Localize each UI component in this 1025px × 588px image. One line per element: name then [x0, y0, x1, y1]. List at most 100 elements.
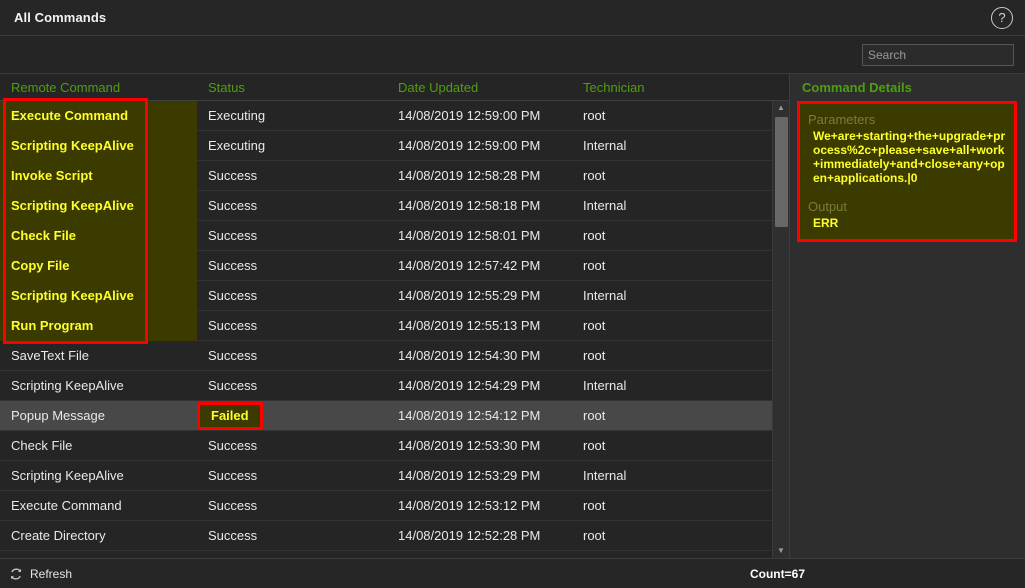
- cell-status: Success: [208, 288, 258, 303]
- table-row[interactable]: Invoke Script Success 14/08/2019 12:58:28 …: [0, 160, 772, 191]
- cell-technician: root: [583, 168, 606, 183]
- cell-date-updated: 14/08/2019 12:57:42 PM: [398, 258, 541, 273]
- scrollbar-track[interactable]: [774, 115, 788, 544]
- scroll-up-arrow-icon[interactable]: ▲: [775, 102, 788, 114]
- cell-technician: Internal: [583, 138, 627, 153]
- cell-technician: root: [583, 498, 606, 513]
- parameters-value: We+are+starting+the+upgrade+process%2c+p…: [813, 129, 1006, 185]
- help-icon[interactable]: ?: [991, 6, 1013, 29]
- cell-remote-command: Execute Command: [0, 101, 197, 131]
- page-title: All Commands: [14, 10, 107, 25]
- cell-date-updated: 14/08/2019 12:53:30 PM: [398, 438, 541, 453]
- search-input[interactable]: [862, 43, 1014, 66]
- scrollbar-thumb[interactable]: [774, 117, 788, 227]
- command-details-body: Parameters We+are+starting+the+upgrade+p…: [797, 101, 1025, 558]
- cell-date-updated: 14/08/2019 12:53:29 PM: [398, 468, 541, 483]
- output-value: ERR: [813, 216, 839, 230]
- cell-date-updated: 14/08/2019 12:55:29 PM: [398, 288, 541, 303]
- commands-table-body: Execute Command Executing 14/08/2019 12:59…: [0, 101, 772, 558]
- cell-technician: root: [583, 258, 606, 273]
- cell-remote-command: Copy File: [0, 250, 197, 281]
- table-row[interactable]: Scripting KeepAlive Executing 14/08/2019 1…: [0, 130, 772, 161]
- command-details-pane: Command Details Parameters We+are+starti…: [789, 74, 1025, 558]
- column-header-status[interactable]: Status: [197, 80, 387, 95]
- cell-status: Failed: [197, 401, 387, 430]
- table-row[interactable]: SaveText File Success 14/08/2019 12:54:30 …: [0, 341, 772, 371]
- cell-remote-command: Scripting KeepAlive: [0, 130, 197, 161]
- cell-remote-command: Popup Message: [11, 408, 105, 423]
- cell-technician: root: [583, 108, 606, 123]
- cell-remote-command: Check File: [11, 438, 73, 453]
- cell-status: Success: [208, 468, 258, 483]
- table-row[interactable]: Execute Command Executing 14/08/2019 12:59…: [0, 101, 772, 131]
- cell-status: Success: [208, 228, 258, 243]
- table-row[interactable]: Scripting KeepAlive Success 14/08/2019 12:…: [0, 280, 772, 311]
- cell-remote-command: Scripting KeepAlive: [11, 378, 124, 393]
- table-row[interactable]: Copy File Success 14/08/2019 12:57:42 PM ro…: [0, 250, 772, 281]
- cell-remote-command: Scripting KeepAlive: [11, 468, 124, 483]
- cell-remote-command: Execute Command: [11, 498, 122, 513]
- cell-date-updated: 14/08/2019 12:55:13 PM: [398, 318, 541, 333]
- scroll-down-arrow-icon[interactable]: ▼: [775, 545, 788, 557]
- cell-remote-command: Check File: [0, 220, 197, 251]
- cell-status: Success: [208, 198, 258, 213]
- refresh-button[interactable]: Refresh: [9, 567, 72, 581]
- all-commands-window: All Commands ? Remote Command Status Dat…: [0, 0, 1025, 588]
- cell-technician: Internal: [583, 198, 627, 213]
- cell-date-updated: 14/08/2019 12:54:30 PM: [398, 348, 541, 363]
- cell-remote-command: SaveText File: [11, 348, 90, 363]
- cell-technician: Internal: [583, 378, 627, 393]
- cell-technician: root: [583, 228, 606, 243]
- column-header-remote-command[interactable]: Remote Command: [0, 80, 197, 95]
- search-toolbar: [0, 36, 1025, 74]
- window-titlebar: All Commands ?: [0, 0, 1025, 36]
- table-row[interactable]: Check File Success 14/08/2019 12:58:01 PM r…: [0, 220, 772, 251]
- cell-date-updated: 14/08/2019 12:58:18 PM: [398, 198, 541, 213]
- table-row[interactable]: Scripting KeepAlive Success 14/08/2019 12:…: [0, 461, 772, 491]
- commands-table-pane: Remote Command Status Date Updated Techn…: [0, 74, 789, 558]
- status-bar: Refresh Count=67: [0, 558, 1025, 588]
- table-row[interactable]: Check File Success 14/08/2019 12:53:30 PM r…: [0, 431, 772, 461]
- cell-date-updated: 14/08/2019 12:53:12 PM: [398, 498, 541, 513]
- cell-status: Success: [208, 258, 258, 273]
- column-header-date-updated[interactable]: Date Updated: [387, 80, 572, 95]
- details-spacer: [808, 185, 1006, 198]
- table-row[interactable]: Scripting KeepAlive Success 14/08/2019 12:…: [0, 371, 772, 401]
- command-details-title: Command Details: [802, 80, 912, 95]
- cell-technician: root: [583, 528, 606, 543]
- table-row[interactable]: Scripting KeepAlive Success 14/08/2019 12:…: [0, 190, 772, 221]
- table-row[interactable]: Execute Command Success 14/08/2019 12:53:1…: [0, 491, 772, 521]
- record-count: Count=67: [749, 566, 805, 581]
- parameters-label: Parameters: [808, 112, 876, 127]
- cell-remote-command: Run Program: [0, 310, 197, 341]
- cell-status: Success: [208, 438, 258, 453]
- refresh-icon: [10, 568, 22, 580]
- table-header-row: Remote Command Status Date Updated Techn…: [0, 74, 789, 101]
- table-row[interactable]: Run Program Success 14/08/2019 12:55:13 PM…: [0, 310, 772, 341]
- cell-remote-command: Create Directory: [11, 528, 106, 543]
- refresh-label: Refresh: [30, 566, 73, 581]
- content-area: Remote Command Status Date Updated Techn…: [0, 74, 1025, 558]
- table-row[interactable]: Popup Message Failed 14/08/2019 12:54:12 P…: [0, 401, 772, 431]
- cell-date-updated: 14/08/2019 12:59:00 PM: [398, 138, 541, 153]
- column-header-technician[interactable]: Technician: [572, 80, 789, 95]
- cell-status: Success: [208, 528, 258, 543]
- cell-date-updated: 14/08/2019 12:59:00 PM: [398, 108, 541, 123]
- table-vertical-scrollbar[interactable]: ▲ ▼: [772, 101, 789, 558]
- cell-technician: root: [583, 438, 606, 453]
- cell-date-updated: 14/08/2019 12:54:12 PM: [398, 408, 541, 423]
- cell-date-updated: 14/08/2019 12:58:01 PM: [398, 228, 541, 243]
- cell-status: Executing: [208, 108, 266, 123]
- cell-status: Success: [208, 498, 258, 513]
- cell-technician: root: [583, 318, 606, 333]
- cell-technician: root: [583, 348, 606, 363]
- cell-remote-command: Invoke Script: [0, 160, 197, 191]
- table-row[interactable]: Create Directory Success 14/08/2019 12:52:…: [0, 521, 772, 551]
- command-details-card: Parameters We+are+starting+the+upgrade+p…: [797, 101, 1017, 242]
- cell-status: Success: [208, 318, 258, 333]
- cell-status: Success: [208, 378, 258, 393]
- cell-date-updated: 14/08/2019 12:54:29 PM: [398, 378, 541, 393]
- cell-status: Success: [208, 348, 258, 363]
- cell-date-updated: 14/08/2019 12:52:28 PM: [398, 528, 541, 543]
- table-body-wrapper: Execute Command Executing 14/08/2019 12:59…: [0, 101, 789, 558]
